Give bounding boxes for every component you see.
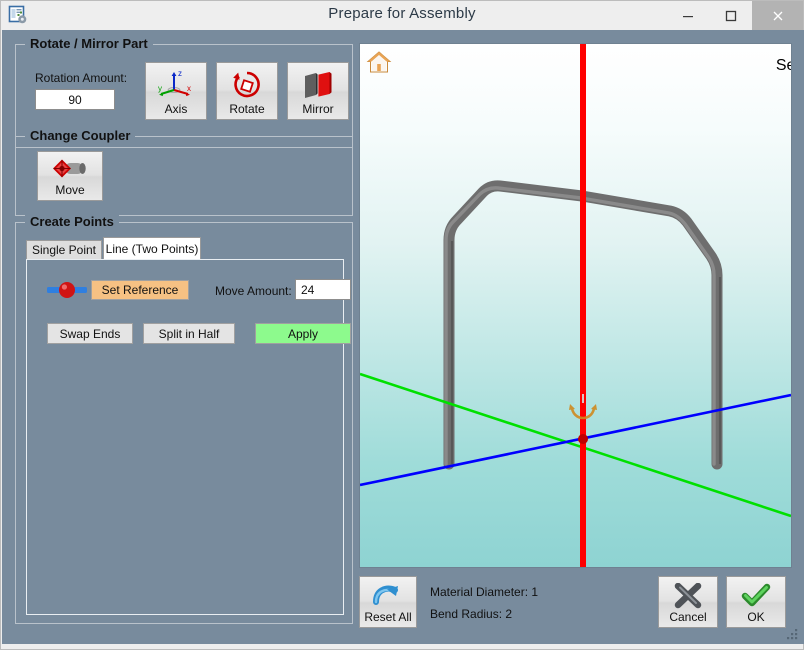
close-button[interactable] [752, 1, 803, 30]
z-axis-line [580, 44, 586, 567]
create-points-title: Create Points [25, 214, 119, 229]
swap-ends-label: Swap Ends [59, 326, 121, 341]
cancel-button-label: Cancel [669, 610, 707, 624]
undo-arrow-icon [371, 583, 405, 610]
apply-label: Apply [287, 326, 319, 341]
rotate-button-label: Rotate [229, 102, 265, 116]
3d-viewport[interactable]: Sel [359, 43, 792, 568]
axis-button[interactable]: z x y Axis [145, 62, 207, 120]
svg-text:z: z [178, 69, 182, 78]
set-reference-button[interactable]: Set Reference [91, 280, 189, 300]
rotate-mirror-part-title: Rotate / Mirror Part [25, 36, 153, 51]
swap-ends-button[interactable]: Swap Ends [47, 323, 133, 344]
resize-grip-icon[interactable] [785, 627, 799, 641]
minimize-button[interactable] [666, 1, 709, 30]
mirror-planes-icon [301, 70, 335, 103]
x-mark-icon [673, 582, 703, 612]
tab-single-point-label: Single Point [31, 243, 97, 257]
move-coupler-button[interactable]: Move [37, 151, 103, 201]
title-bar: Prepare for Assembly [1, 1, 803, 30]
axis-triad-icon: z x y [157, 69, 195, 102]
origin-marker [578, 434, 588, 444]
bend-radius-text: Bend Radius: 2 [430, 607, 513, 621]
reset-all-button[interactable]: Reset All [359, 576, 417, 628]
material-diameter-text: Material Diameter: 1 [430, 585, 539, 599]
dialog-window: Prepare for Assembly Rotate / Mirror Par… [0, 0, 804, 650]
change-coupler-group: Change Coupler Move [15, 128, 353, 216]
apply-button[interactable]: Apply [255, 323, 351, 344]
maximize-button[interactable] [709, 1, 752, 30]
split-in-half-label: Split in Half [158, 326, 220, 341]
cancel-button[interactable]: Cancel [658, 576, 718, 628]
rotate-arrow-icon [231, 70, 263, 103]
change-coupler-title: Change Coupler [25, 128, 136, 143]
rotation-amount-value: 90 [68, 92, 82, 107]
create-points-group: Create Points Single Point Line (Two Poi… [15, 214, 353, 624]
rotate-button[interactable]: Rotate [216, 62, 278, 120]
set-reference-label: Set Reference [101, 283, 179, 297]
split-in-half-button[interactable]: Split in Half [143, 323, 235, 344]
x-axis-line [360, 393, 791, 487]
reset-all-label: Reset All [364, 610, 412, 624]
axis-button-label: Axis [164, 102, 188, 116]
rotation-amount-label: Rotation Amount: [35, 71, 128, 85]
y-axis-line [360, 372, 791, 518]
mirror-button-label: Mirror [302, 102, 334, 116]
tab-single-point[interactable]: Single Point [26, 240, 102, 259]
line-two-points-panel: Set Reference Move Amount: 24 Swap Ends … [26, 259, 351, 615]
dialog-client-area: Rotate / Mirror Part Rotation Amount: 90… [2, 30, 804, 644]
mirror-button[interactable]: Mirror [287, 62, 349, 120]
viewport-scene [360, 44, 791, 567]
move-coupler-button-label: Move [55, 183, 85, 197]
svg-text:x: x [187, 84, 191, 93]
ok-button[interactable]: OK [726, 576, 786, 628]
tab-line-two-points[interactable]: Line (Two Points) [103, 237, 201, 259]
ok-button-label: OK [747, 610, 765, 624]
move-amount-value: 24 [301, 282, 315, 297]
move-amount-input[interactable]: 24 [295, 279, 351, 300]
move-amount-label: Move Amount: [215, 284, 292, 298]
tab-line-two-points-label: Line (Two Points) [105, 241, 199, 256]
check-mark-icon [741, 583, 771, 612]
rotation-amount-input[interactable]: 90 [35, 89, 115, 110]
line-endpoint-icon [47, 281, 87, 304]
svg-text:y: y [158, 84, 162, 93]
coupler-move-icon [49, 158, 91, 183]
